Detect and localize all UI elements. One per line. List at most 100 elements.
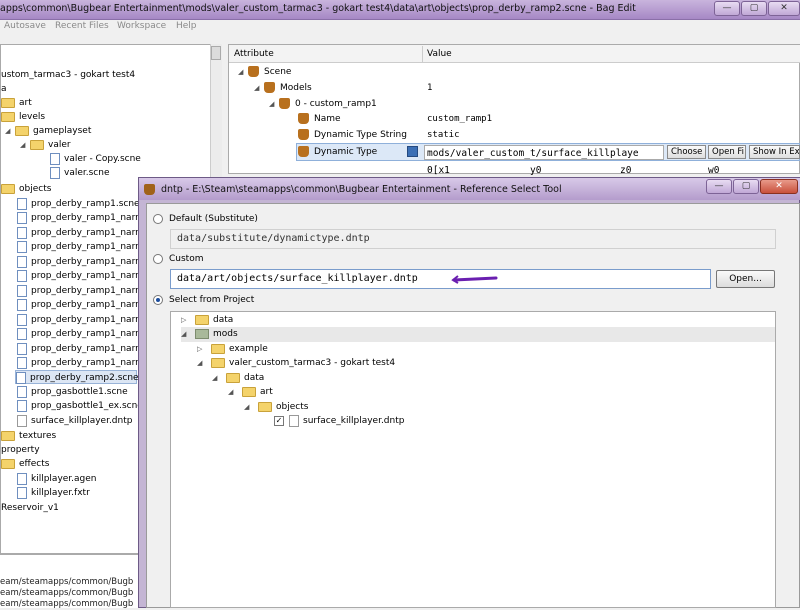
project-tree-label: example — [229, 344, 268, 354]
tree-item[interactable]: prop_derby_ramp1_narro — [17, 226, 144, 240]
column-divider[interactable] — [422, 46, 423, 62]
attribute-row[interactable]: Dynamic Type String — [298, 127, 407, 143]
project-tree-item[interactable]: ▷ data — [181, 313, 233, 327]
expander-icon[interactable]: ◢ — [254, 80, 264, 96]
tree-item-label: prop_gasbottle1_ex.scne — [31, 401, 143, 411]
project-tree-item[interactable]: ✓ surface_killplayer.dntp — [274, 414, 404, 428]
tree-item[interactable]: prop_derby_ramp1_narro — [17, 342, 144, 356]
value-x: 0[x1 — [427, 165, 450, 176]
minimize-button[interactable]: — — [714, 1, 740, 16]
custom-path-input[interactable]: data/art/objects/surface_killplayer.dntp — [170, 269, 711, 289]
tree-item-label: effects — [19, 459, 50, 469]
tree-item[interactable]: art — [1, 96, 32, 110]
tree-item[interactable]: prop_derby_ramp1_narro — [17, 240, 144, 254]
expander-icon[interactable]: ◢ — [228, 385, 238, 399]
folder-icon — [211, 357, 225, 368]
tree-item[interactable]: killplayer.fxtr — [17, 486, 90, 500]
tree-item[interactable]: prop_gasbottle1_ex.scne — [17, 399, 143, 413]
tree-item-label: prop_derby_ramp1_narro — [31, 358, 145, 368]
project-tree-item[interactable]: ▷ example — [197, 342, 268, 356]
tree-item[interactable]: a — [1, 82, 7, 96]
attribute-value[interactable]: custom_ramp1 — [427, 111, 492, 127]
attribute-row[interactable]: ◢ 0 - custom_ramp1 — [269, 96, 377, 112]
tree-scrollbar-thumb[interactable] — [211, 46, 221, 60]
selected-checkbox[interactable]: ✓ — [274, 415, 284, 426]
menu-autosave[interactable]: Autosave — [4, 21, 46, 31]
project-tree-label: objects — [276, 402, 309, 412]
default-radio[interactable] — [153, 214, 163, 224]
tree-item-label: prop_gasbottle1.scne — [31, 387, 128, 397]
expander-icon[interactable]: ◢ — [197, 356, 207, 370]
expander-icon[interactable]: ◢ — [244, 400, 254, 414]
tree-item-label: killplayer.fxtr — [31, 488, 90, 498]
tree-item[interactable]: prop_derby_ramp1_narro — [17, 255, 144, 269]
close-button[interactable]: ✕ — [768, 1, 800, 16]
project-tree-item[interactable]: ◢ objects — [244, 400, 308, 414]
custom-radio[interactable] — [153, 254, 163, 264]
select-from-project-radio[interactable] — [153, 295, 163, 305]
expander-icon[interactable]: ◢ — [269, 96, 279, 112]
menu-help[interactable]: Help — [176, 21, 197, 31]
expander-icon[interactable]: ◢ — [238, 64, 248, 80]
tree-item[interactable]: ustom_tarmac3 - gokart test4 — [1, 68, 135, 82]
tree-item[interactable]: ◢ valer — [20, 138, 71, 152]
expander-icon[interactable]: ◢ — [212, 371, 222, 385]
dynamic-type-value-field[interactable]: mods/valer_custom_t/surface_killplaye — [424, 145, 664, 160]
output-line: eam/steamapps/common/Bugb — [0, 577, 134, 587]
expander-icon[interactable]: ◢ — [5, 124, 15, 138]
project-tree-item[interactable]: ◢ mods — [181, 327, 238, 341]
attribute-value: 1 — [427, 83, 433, 93]
attribute-row[interactable]: Name — [298, 111, 341, 127]
maximize-button[interactable]: ▢ — [741, 1, 767, 16]
tree-item[interactable]: levels — [1, 110, 45, 124]
save-icon[interactable] — [407, 146, 418, 157]
chevron-right-icon[interactable]: ▷ — [181, 313, 191, 327]
tree-item[interactable]: property — [1, 443, 40, 457]
folder-icon — [211, 343, 225, 354]
show-in-explorer-button[interactable]: Show In Exp — [749, 145, 800, 159]
menu-workspace[interactable]: Workspace — [117, 21, 166, 31]
tree-item[interactable]: prop_derby_ramp1_narro — [17, 211, 144, 225]
attribute-value[interactable]: static — [427, 127, 460, 143]
tree-item[interactable]: valer - Copy.scne — [50, 152, 141, 166]
tree-item[interactable]: surface_killplayer.dntp — [17, 414, 132, 428]
attribute-row[interactable]: Dynamic Type — [298, 144, 377, 160]
project-tree-item[interactable]: ◢ art — [228, 385, 273, 399]
project-tree-item[interactable]: ◢ valer_custom_tarmac3 - gokart test4 — [197, 356, 395, 370]
tree-item[interactable]: prop_gasbottle1.scne — [17, 385, 128, 399]
expander-icon[interactable]: ◢ — [20, 138, 30, 152]
tree-item-selected[interactable]: prop_derby_ramp2.scne — [15, 370, 139, 384]
tree-item[interactable]: prop_derby_ramp1.scne — [17, 197, 140, 211]
chevron-right-icon[interactable]: ▷ — [197, 342, 207, 356]
value-column-header[interactable]: Value — [427, 49, 452, 59]
attribute-name: Scene — [264, 67, 292, 77]
tree-item[interactable]: prop_derby_ramp1_narro — [17, 327, 144, 341]
default-value: data/substitute/dynamictype.dntp — [177, 233, 370, 244]
output-line: eam/steamapps/common/Bugb — [0, 599, 134, 609]
attribute-row[interactable]: ◢ Scene — [238, 64, 291, 80]
attribute-row[interactable]: ◢ Models — [254, 80, 312, 96]
tree-item[interactable]: prop_derby_ramp1_narro — [17, 313, 144, 327]
tree-item[interactable]: effects — [1, 457, 49, 471]
dialog-minimize-button[interactable]: — — [706, 179, 732, 194]
tree-item[interactable]: prop_derby_ramp1_narro — [17, 356, 144, 370]
tree-item[interactable]: textures — [1, 429, 56, 443]
tree-item[interactable]: killplayer.agen — [17, 472, 97, 486]
tree-item[interactable]: prop_derby_ramp1_narro — [17, 269, 144, 283]
tree-item[interactable]: Reservoir_v1 — [1, 501, 59, 515]
open-button[interactable]: Open... — [716, 270, 775, 288]
tree-item[interactable]: objects — [1, 182, 51, 196]
tree-item[interactable]: prop_derby_ramp1_narro — [17, 298, 144, 312]
expander-icon[interactable]: ◢ — [181, 327, 191, 341]
project-tree-item[interactable]: ◢ data — [212, 371, 264, 385]
tree-item[interactable]: ◢ gameplayset — [5, 124, 91, 138]
attribute-column-header[interactable]: Attribute — [234, 49, 274, 59]
open-file-button[interactable]: Open Fi — [708, 145, 746, 159]
dialog-close-button[interactable]: ✕ — [760, 179, 798, 194]
menu-recent-files[interactable]: Recent Files — [55, 21, 109, 31]
tree-item[interactable]: prop_derby_ramp1_narro — [17, 284, 144, 298]
dialog-maximize-button[interactable]: ▢ — [733, 179, 759, 194]
tree-item[interactable]: valer.scne — [50, 166, 110, 180]
attribute-name: Dynamic Type — [314, 147, 378, 157]
choose-button[interactable]: Choose — [667, 145, 707, 159]
